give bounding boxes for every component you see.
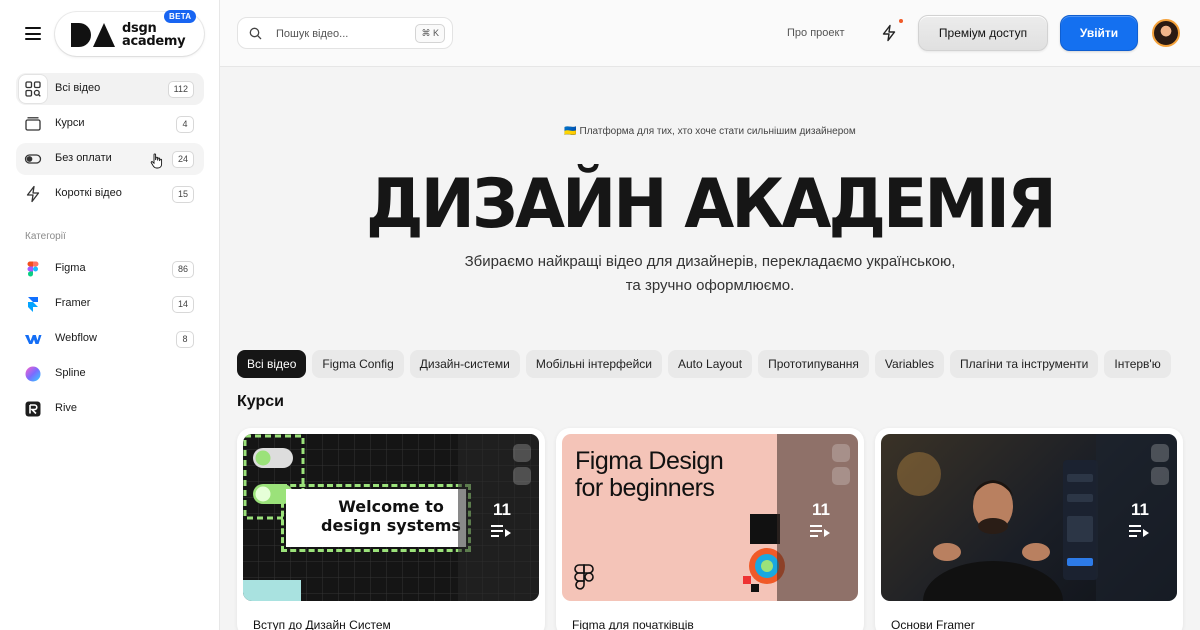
sidebar-item-spline[interactable]: Spline bbox=[16, 358, 204, 390]
sidebar: dsgn academy BETA Всі відео 112 Курси 4 … bbox=[0, 0, 220, 630]
toggle-icon bbox=[24, 154, 42, 164]
spline-icon bbox=[25, 366, 41, 382]
sidebar-item-short-videos[interactable]: Короткі відео 15 bbox=[16, 178, 204, 210]
search-box[interactable]: ⌘ K bbox=[237, 17, 453, 49]
course-thumbnail: Welcome to design systems 11 bbox=[243, 434, 539, 601]
sidebar-item-free[interactable]: Без оплати 24 bbox=[16, 143, 204, 175]
playlist-icon bbox=[1129, 525, 1149, 537]
webflow-icon bbox=[25, 335, 42, 344]
menu-icon[interactable] bbox=[25, 27, 41, 40]
filter-chip[interactable]: Інтерв'ю bbox=[1104, 350, 1171, 378]
logo-text: dsgn academy bbox=[122, 21, 186, 49]
course-thumbnail: 11 bbox=[881, 434, 1177, 601]
folder-icon bbox=[25, 117, 41, 131]
framer-icon bbox=[28, 297, 38, 312]
hero-subtitle: Збираємо найкращі відео для дизайнерів, … bbox=[464, 253, 956, 294]
sidebar-item-label: Spline bbox=[55, 367, 86, 379]
sidebar-item-label: Webflow bbox=[55, 332, 97, 344]
sidebar-item-courses[interactable]: Курси 4 bbox=[16, 108, 204, 140]
figma-icon bbox=[27, 261, 39, 277]
grid-search-icon bbox=[25, 81, 41, 97]
course-panel: 11 bbox=[777, 434, 858, 601]
search-icon bbox=[249, 27, 262, 40]
course-panel: 11 bbox=[1096, 434, 1177, 601]
avatar[interactable] bbox=[1152, 19, 1180, 47]
sidebar-item-label: Figma bbox=[55, 262, 86, 274]
figma-icon bbox=[574, 564, 594, 590]
video-count: 11 bbox=[1131, 500, 1149, 519]
login-button[interactable]: Увійти bbox=[1060, 15, 1138, 51]
filter-chip[interactable]: Дизайн-системи bbox=[409, 350, 520, 378]
figma-icon bbox=[832, 444, 850, 462]
sidebar-item-all-videos[interactable]: Всі відео 112 bbox=[16, 73, 204, 105]
bolt-icon[interactable] bbox=[880, 24, 898, 42]
page-title: ДИЗАЙН АКАДЕМІЯ bbox=[366, 165, 1057, 244]
thumbnail-title: Welcome to design systems bbox=[321, 497, 461, 535]
sidebar-item-framer[interactable]: Framer 14 bbox=[16, 288, 204, 320]
sidebar-header: dsgn academy BETA bbox=[0, 0, 220, 68]
sidebar-item-label: Без оплати bbox=[55, 152, 112, 164]
shortcut-hint: ⌘ K bbox=[415, 24, 445, 43]
sidebar-item-label: Курси bbox=[55, 117, 85, 129]
figma-icon bbox=[1151, 444, 1169, 462]
sidebar-item-label: Всі відео bbox=[55, 82, 101, 94]
course-title[interactable]: Основи Framer bbox=[891, 618, 975, 630]
thumbnail-title: Figma Design for beginners bbox=[575, 447, 724, 502]
categories-heading: Категорії bbox=[25, 231, 66, 242]
course-panel: 11 bbox=[458, 434, 539, 601]
sidebar-item-webflow[interactable]: Webflow 8 bbox=[16, 323, 204, 355]
count-badge: 14 bbox=[171, 296, 194, 313]
course-card[interactable]: Welcome to design systems 11 Вступ до Ди… bbox=[237, 428, 545, 630]
hand-cursor-icon bbox=[150, 153, 163, 169]
playlist-icon bbox=[810, 525, 830, 537]
top-bar: ⌘ K Про проект Преміум доступ Увійти bbox=[220, 0, 1200, 67]
filter-chip[interactable]: Прототипування bbox=[758, 350, 869, 378]
sidebar-item-label: Rive bbox=[55, 402, 78, 414]
filter-chip[interactable]: Мобільні інтерфейси bbox=[525, 350, 662, 378]
filter-chip[interactable]: Плагіни та інструменти bbox=[950, 350, 1099, 378]
sidebar-item-label: Framer bbox=[55, 297, 91, 309]
count-badge: 8 bbox=[176, 331, 194, 348]
section-title: Курси bbox=[237, 393, 284, 410]
beta-badge: BETA bbox=[164, 10, 197, 23]
sidebar-item-figma[interactable]: Figma 86 bbox=[16, 253, 204, 285]
crown-icon bbox=[832, 467, 850, 485]
course-title[interactable]: Вступ до Дизайн Систем bbox=[253, 618, 391, 630]
filter-chip[interactable]: Figma Config bbox=[312, 350, 404, 378]
rive-icon bbox=[25, 401, 41, 417]
search-input[interactable] bbox=[276, 25, 406, 43]
count-badge: 86 bbox=[171, 261, 194, 278]
course-card[interactable]: Figma Design for beginners 11 Figma для … bbox=[556, 428, 864, 630]
notification-dot bbox=[899, 19, 903, 23]
hero-tagline: 🇺🇦 Платформа для тих, хто хоче стати сил… bbox=[564, 126, 856, 137]
count-badge: 112 bbox=[167, 81, 194, 98]
course-thumbnail: Figma Design for beginners 11 bbox=[562, 434, 858, 601]
playlist-icon bbox=[491, 525, 511, 537]
bolt-icon bbox=[26, 185, 40, 203]
video-count: 11 bbox=[812, 500, 830, 519]
course-title[interactable]: Figma для початківців bbox=[572, 618, 694, 630]
count-badge: 24 bbox=[171, 151, 194, 168]
sidebar-item-label: Короткі відео bbox=[55, 187, 122, 199]
count-badge: 4 bbox=[176, 116, 194, 133]
filter-chip[interactable]: Auto Layout bbox=[668, 350, 753, 378]
crown-icon bbox=[513, 467, 531, 485]
filter-chips: Всі відео Figma Config Дизайн-системи Мобіл… bbox=[237, 350, 1200, 378]
count-badge: 15 bbox=[171, 186, 194, 203]
course-card[interactable]: 11 Основи Framer bbox=[875, 428, 1183, 630]
figma-icon bbox=[513, 444, 531, 462]
logo-mark-icon bbox=[71, 23, 115, 47]
sidebar-item-rive[interactable]: Rive bbox=[16, 393, 204, 425]
crown-icon bbox=[1151, 467, 1169, 485]
about-link[interactable]: Про проект bbox=[787, 27, 844, 39]
premium-button[interactable]: Преміум доступ bbox=[918, 15, 1048, 51]
video-count: 11 bbox=[493, 500, 511, 519]
filter-chip[interactable]: Variables bbox=[874, 350, 945, 378]
filter-chip[interactable]: Всі відео bbox=[237, 350, 307, 378]
thumbnail-title-box: Welcome to design systems bbox=[281, 484, 471, 552]
